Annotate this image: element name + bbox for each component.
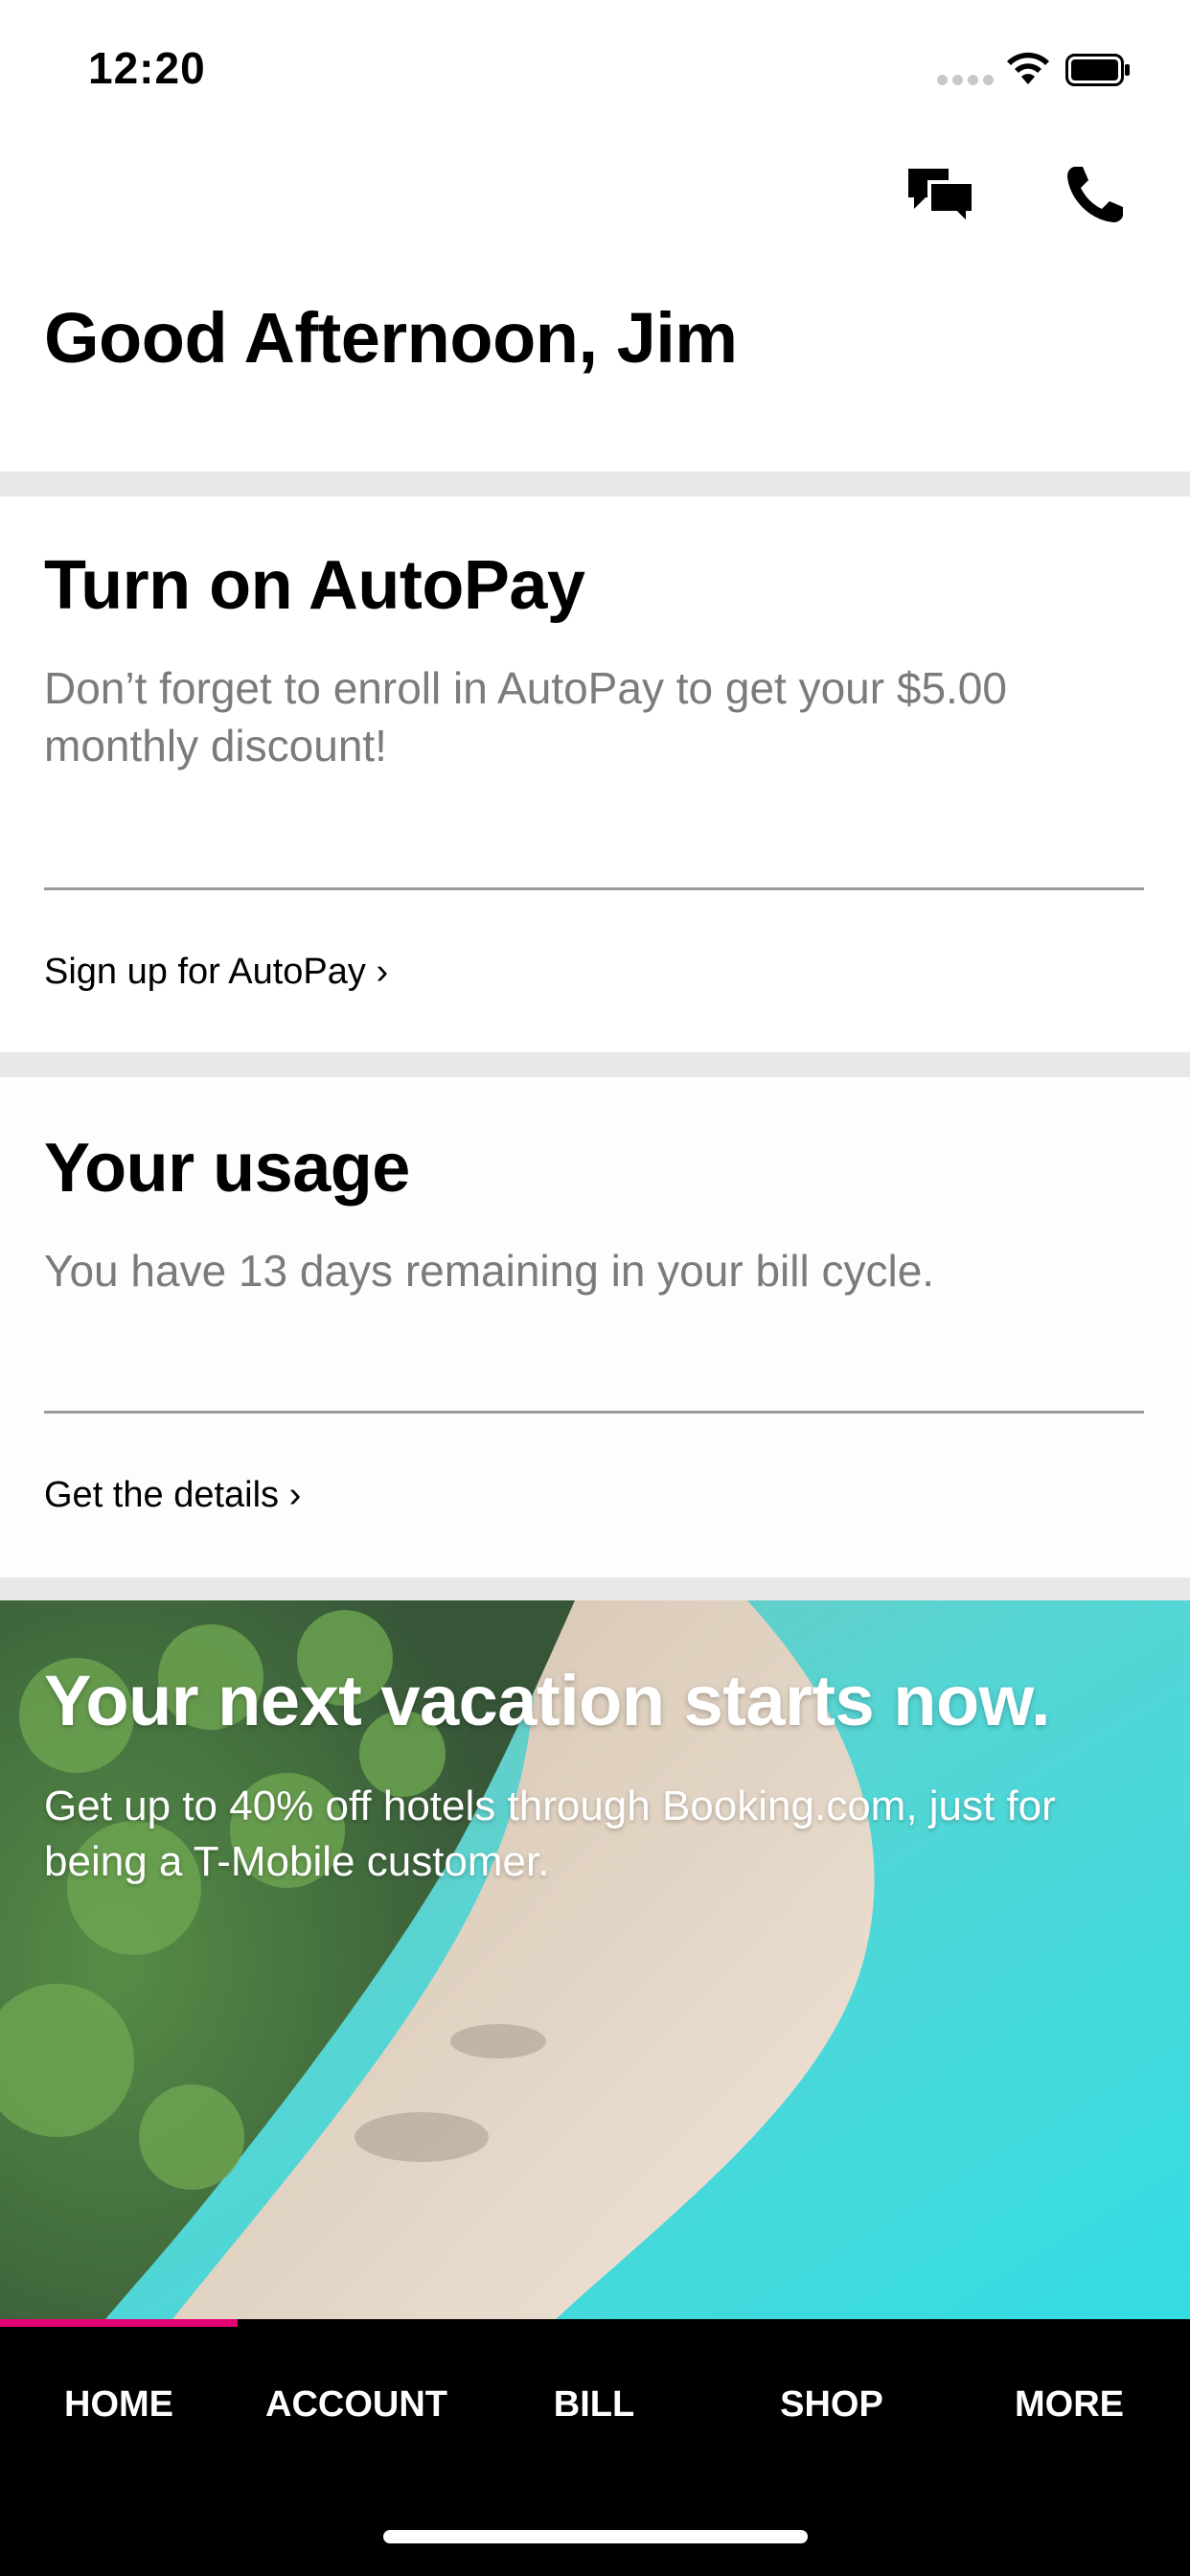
usage-title: Your usage: [44, 1130, 410, 1207]
autopay-title: Turn on AutoPay: [44, 547, 585, 624]
autopay-signup-link[interactable]: Sign up for AutoPay ›: [44, 952, 388, 993]
tab-more[interactable]: MORE: [950, 2384, 1188, 2426]
chat-button[interactable]: [903, 161, 979, 229]
tab-shop[interactable]: SHOP: [713, 2384, 950, 2426]
promo-subtitle: Get up to 40% off hotels through Booking…: [44, 1782, 1056, 1885]
phone-icon: [1067, 167, 1123, 222]
status-bar: 12:20: [0, 0, 1190, 144]
section-divider: [0, 472, 1190, 496]
promo-title: Your next vacation starts now.: [44, 1661, 1051, 1740]
autopay-divider: [44, 887, 1144, 890]
battery-icon: [1065, 54, 1130, 86]
section-divider: [0, 1052, 1190, 1077]
autopay-description: Don’t forget to enroll in AutoPay to get…: [44, 663, 1007, 770]
section-divider: [0, 1577, 1190, 1600]
tab-account[interactable]: ACCOUNT: [238, 2384, 475, 2426]
usage-details-link[interactable]: Get the details ›: [44, 1475, 301, 1516]
signal-icon: [937, 75, 994, 85]
chat-icon: [908, 169, 975, 229]
tab-selected-indicator: [0, 2319, 238, 2327]
call-button[interactable]: [1062, 161, 1138, 228]
usage-divider: [44, 1411, 1144, 1414]
status-time: 12:20: [88, 43, 206, 93]
wifi-icon: [1007, 52, 1049, 84]
home-indicator[interactable]: [383, 2530, 808, 2543]
greeting-heading: Good Afternoon, Jim: [44, 298, 738, 378]
tab-home[interactable]: HOME: [0, 2384, 238, 2426]
tab-bill[interactable]: BILL: [475, 2384, 713, 2426]
usage-description: You have 13 days remaining in your bill …: [44, 1246, 935, 1296]
